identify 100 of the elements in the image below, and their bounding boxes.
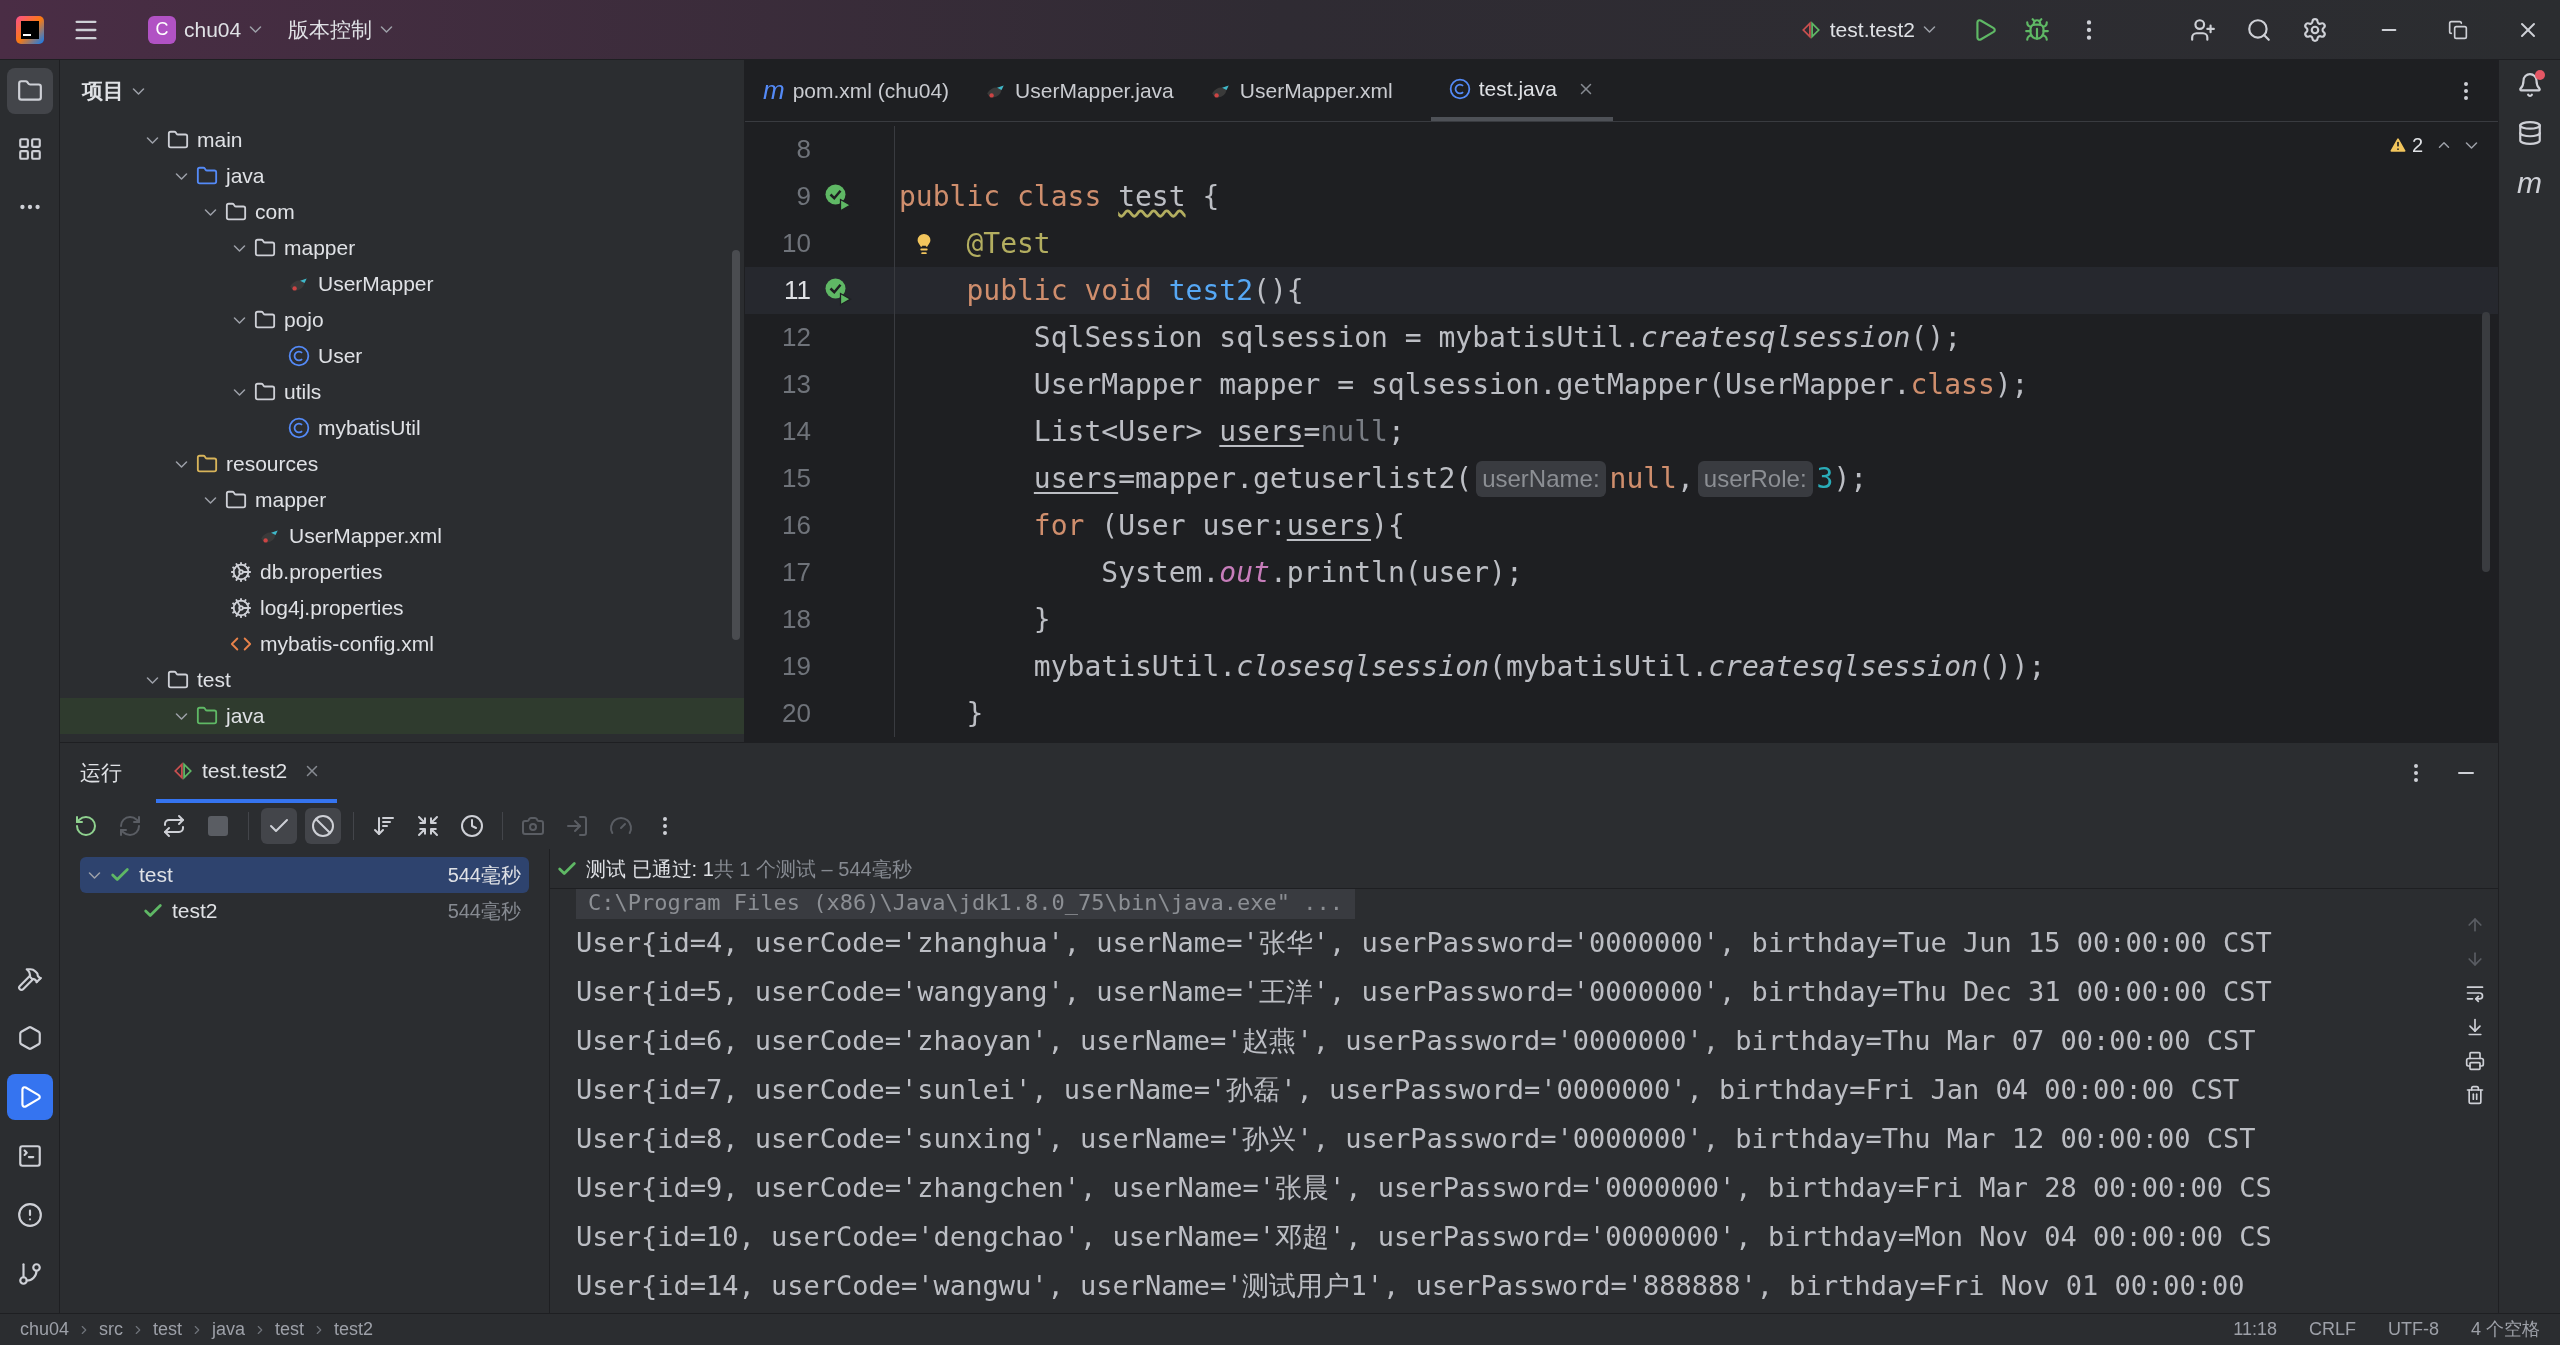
chevron-down-icon[interactable]: [175, 172, 188, 180]
collapse-icon[interactable]: [416, 814, 440, 838]
printer-icon[interactable]: [2465, 1051, 2485, 1071]
folder-icon[interactable]: [16, 78, 43, 104]
code-line: }: [1033, 601, 1051, 638]
chevron-down-icon[interactable]: [175, 712, 188, 720]
tool-window-button[interactable]: [6, 1074, 53, 1120]
tree-item[interactable]: mybatisUtil: [60, 410, 744, 446]
trash-icon[interactable]: [2465, 1085, 2485, 1105]
vcs-menu[interactable]: 版本控制: [280, 9, 402, 50]
tree-item[interactable]: com: [60, 194, 744, 230]
chevron-down-icon[interactable]: [233, 244, 246, 252]
git-icon[interactable]: [16, 1261, 43, 1287]
chevron-down-icon[interactable]: [132, 87, 145, 95]
scrollbar[interactable]: [732, 250, 740, 640]
line-number: 20: [782, 698, 811, 728]
editor-tab[interactable]: test.java: [1430, 60, 1613, 121]
test-tree-item[interactable]: test2 544毫秒: [80, 893, 529, 929]
scroll-to-end-icon[interactable]: [2465, 1017, 2485, 1037]
status-item[interactable]: CRLF: [2308, 1316, 2356, 1343]
chevron-down-icon: [249, 26, 263, 33]
chevron-down-icon[interactable]: [204, 208, 217, 216]
tree-item[interactable]: java: [60, 698, 744, 734]
add-user-icon[interactable]: [2190, 16, 2216, 43]
chevron-down-icon[interactable]: [233, 388, 246, 396]
tool-window-button[interactable]: [6, 68, 53, 114]
tree-item[interactable]: User: [60, 338, 744, 374]
settings-file-icon: [230, 597, 252, 619]
tree-item[interactable]: utils: [60, 374, 744, 410]
test-tree-item[interactable]: test 544毫秒: [80, 857, 529, 893]
console-line: User{id=14, userCode='wangwu', userName='测试用户1', userPassword='888888', birthday=Fri Nov 01 00:00:00: [576, 1269, 2245, 1304]
settings-icon[interactable]: [2302, 16, 2328, 43]
search-icon[interactable]: [2246, 16, 2272, 43]
tree-item[interactable]: mapper: [60, 482, 744, 518]
chevron-down-icon[interactable]: [146, 136, 159, 144]
warning-icon[interactable]: [2387, 135, 2408, 155]
test-summary-detail: 共 1 个测试 – 544毫秒: [713, 856, 912, 882]
test-config-icon: [172, 760, 194, 782]
warning-count[interactable]: 2: [2411, 130, 2423, 160]
terminal-icon[interactable]: [16, 1143, 43, 1169]
editor-tab[interactable]: UserMapper.java: [967, 60, 1192, 121]
chevron-down-icon[interactable]: [146, 676, 159, 684]
run-config-selector[interactable]: test.test2: [1791, 9, 1944, 50]
chevron-down-icon: [380, 26, 394, 33]
scrollbar[interactable]: [2482, 312, 2490, 572]
soft-wrap-icon[interactable]: [2465, 983, 2485, 1003]
sort-icon[interactable]: [372, 814, 396, 838]
parameter-hint: userName:: [1476, 460, 1606, 497]
app-logo[interactable]: [14, 13, 46, 46]
run-tab[interactable]: test.test2: [156, 743, 338, 803]
breadcrumb[interactable]: test: [275, 1316, 305, 1343]
tree-item[interactable]: db.properties: [60, 554, 744, 590]
chevron-down-icon[interactable]: [2465, 141, 2478, 149]
code-line: for (User user:users){: [1033, 507, 1405, 544]
rerun-icon[interactable]: [74, 814, 98, 838]
status-item[interactable]: UTF-8: [2388, 1316, 2439, 1343]
chevron-down-icon[interactable]: [88, 871, 101, 879]
tree-item[interactable]: java: [60, 158, 744, 194]
tree-item[interactable]: main: [60, 122, 744, 158]
auto-test-icon[interactable]: [162, 814, 186, 838]
breadcrumb[interactable]: src: [99, 1316, 124, 1343]
status-item[interactable]: 11:18: [2233, 1316, 2277, 1343]
editor-tab[interactable]: UserMapper.xml: [1191, 60, 1411, 121]
debug-icon[interactable]: [2024, 16, 2050, 43]
breadcrumb[interactable]: test2: [334, 1316, 374, 1343]
notifications-icon[interactable]: [2516, 72, 2543, 98]
problems-icon[interactable]: [16, 1202, 43, 1228]
restore-icon[interactable]: [2448, 19, 2468, 40]
breadcrumb[interactable]: chu04: [20, 1316, 70, 1343]
tree-item-label: mybatisUtil: [318, 415, 421, 442]
code-line: List<User> users=null;: [1033, 413, 1405, 450]
tree-item[interactable]: mybatis-config.xml: [60, 626, 744, 662]
chevron-down-icon: [1923, 26, 1936, 33]
maven-icon[interactable]: m: [2517, 168, 2542, 198]
tree-item[interactable]: resources: [60, 446, 744, 482]
tree-item[interactable]: pojo: [60, 302, 744, 338]
history-icon[interactable]: [460, 814, 484, 838]
toolbar-button[interactable]: [305, 808, 341, 844]
tree-item[interactable]: test: [60, 662, 744, 698]
console-line: User{id=6, userCode='zhaoyan', userName='赵燕', userPassword='0000000', birthday=Thu Mar 07 00:00:00 CST: [576, 1024, 2256, 1059]
structure-icon[interactable]: [16, 136, 43, 162]
breadcrumb[interactable]: test: [153, 1316, 183, 1343]
services-icon[interactable]: [16, 1025, 43, 1051]
test-name: test: [139, 862, 173, 889]
database-icon[interactable]: [2516, 120, 2543, 146]
toolbar-button[interactable]: [261, 808, 297, 844]
status-item[interactable]: 4 个空格: [2471, 1316, 2540, 1343]
tree-item[interactable]: mapper: [60, 230, 744, 266]
hammer-icon[interactable]: [16, 966, 43, 992]
breadcrumb[interactable]: java: [212, 1316, 246, 1343]
chevron-down-icon[interactable]: [204, 496, 217, 504]
tree-item[interactable]: log4j.properties: [60, 590, 744, 626]
ignored-icon[interactable]: [311, 814, 335, 838]
project-selector[interactable]: C chu04: [140, 9, 271, 50]
tree-item[interactable]: UserMapper.xml: [60, 518, 744, 554]
chevron-down-icon[interactable]: [233, 316, 246, 324]
editor-tab[interactable]: m pom.xml (chu04): [745, 60, 968, 121]
chevron-down-icon[interactable]: [175, 460, 188, 468]
project-badge: C: [148, 15, 176, 44]
tree-item[interactable]: UserMapper: [60, 266, 744, 302]
